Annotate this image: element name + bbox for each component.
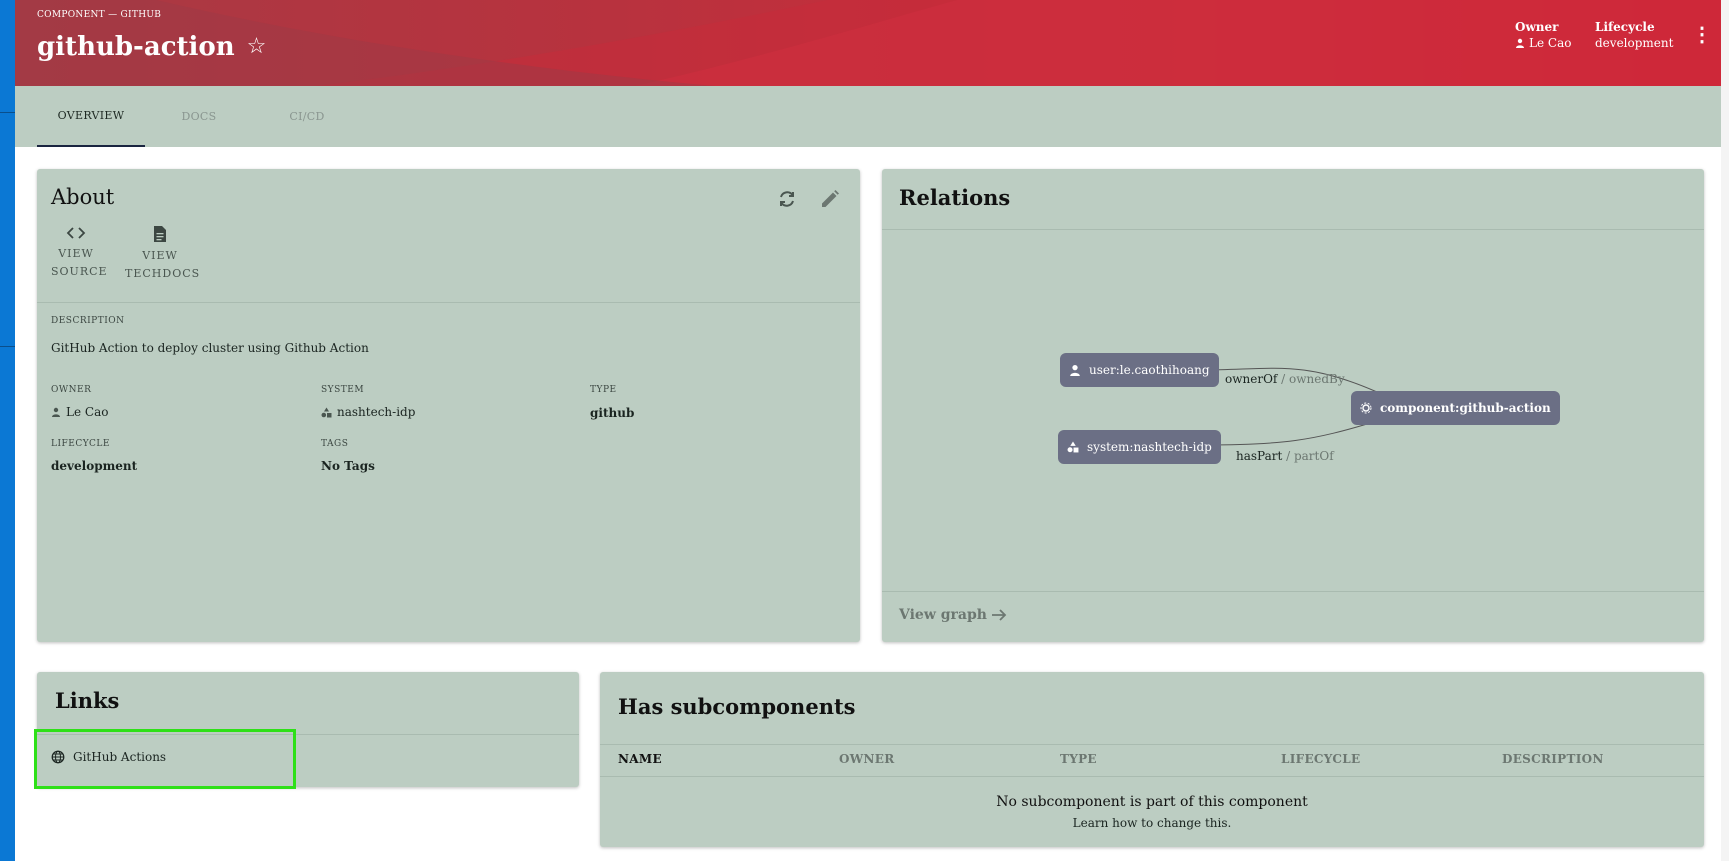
relations-footer-divider — [882, 591, 1704, 592]
owner-field-label: OWNER — [51, 385, 92, 395]
links-title: Links — [55, 688, 120, 713]
refresh-icon[interactable] — [775, 187, 799, 211]
about-card: About VIEW SOURCE VIEW TECHDOCS DESCRIPT… — [37, 169, 860, 642]
person-icon — [1070, 364, 1080, 376]
graph-node-user[interactable]: user:le.caothihoang — [1060, 353, 1219, 387]
about-title: About — [51, 185, 115, 209]
rail-divider — [0, 112, 15, 113]
lifecycle-value: development — [1595, 36, 1674, 50]
tab-docs[interactable]: DOCS — [145, 86, 253, 147]
rail-divider — [0, 346, 15, 347]
tab-overview[interactable]: OVERVIEW — [37, 86, 145, 147]
column-header-description[interactable]: DESCRIPTION — [1502, 752, 1604, 766]
subcomponents-divider — [600, 744, 1704, 745]
type-field-label: TYPE — [590, 385, 617, 395]
lifecycle-label: Lifecycle — [1595, 20, 1655, 34]
subcomponents-header-divider — [600, 776, 1704, 777]
system-field-value[interactable]: nashtech-idp — [321, 405, 415, 419]
tab-cicd[interactable]: CI/CD — [253, 86, 361, 147]
graph-node-component[interactable]: component:github-action — [1351, 391, 1560, 425]
tab-bar: OVERVIEW DOCS CI/CD — [15, 86, 1721, 147]
edge-label-ownership: ownerOf / ownedBy — [1225, 372, 1345, 386]
column-header-lifecycle[interactable]: LIFECYCLE — [1281, 752, 1360, 766]
person-icon — [1516, 38, 1524, 48]
system-icon — [1067, 441, 1079, 453]
owner-label: Owner — [1515, 20, 1559, 34]
column-header-name[interactable]: NAME — [618, 752, 662, 766]
lifecycle-field-value: development — [51, 459, 138, 473]
view-graph-link[interactable]: View graph — [899, 607, 1007, 623]
header-owner: Owner Le Cao — [1515, 19, 1571, 51]
view-techdocs-link[interactable]: VIEW TECHDOCS — [125, 225, 201, 283]
view-source-line2: SOURCE — [51, 265, 108, 278]
description-label: DESCRIPTION — [51, 316, 125, 326]
component-icon — [1360, 402, 1372, 414]
column-header-owner[interactable]: OWNER — [839, 752, 895, 766]
subcomponents-card: Has subcomponents NAME OWNER TYPE LIFECY… — [600, 672, 1704, 847]
page-header: COMPONENT — GITHUB github-action ☆ Owner… — [15, 0, 1721, 86]
left-rail — [0, 0, 15, 861]
page-title: github-action — [37, 32, 235, 62]
tags-field-value: No Tags — [321, 459, 375, 473]
description-value: GitHub Action to deploy cluster using Gi… — [51, 341, 369, 355]
view-techdocs-line2: TECHDOCS — [125, 267, 201, 280]
view-source-line1: VIEW — [58, 247, 94, 260]
scrollbar-track[interactable] — [1721, 0, 1729, 861]
system-link[interactable]: nashtech-idp — [337, 405, 415, 419]
view-source-link[interactable]: VIEW SOURCE — [51, 225, 108, 281]
highlight-box — [34, 729, 296, 789]
type-field-value: github — [590, 406, 635, 420]
edge-label-part: hasPart / partOf — [1236, 449, 1334, 463]
edge-forward-label: ownerOf — [1225, 372, 1278, 386]
system-field-label: SYSTEM — [321, 385, 365, 395]
header-lifecycle: Lifecycle development — [1595, 19, 1673, 51]
owner-link[interactable]: Le Cao — [66, 405, 108, 419]
graph-node-system-label: system:nashtech-idp — [1087, 440, 1212, 454]
arrow-right-icon — [991, 609, 1007, 621]
edit-icon[interactable] — [818, 187, 842, 211]
subcomponents-title: Has subcomponents — [618, 694, 856, 719]
star-icon[interactable]: ☆ — [247, 36, 267, 58]
about-divider — [37, 302, 860, 303]
view-techdocs-line1: VIEW — [142, 249, 178, 262]
person-icon — [52, 407, 60, 417]
owner-field-value[interactable]: Le Cao — [51, 405, 108, 419]
breadcrumb: COMPONENT — GITHUB — [37, 10, 162, 20]
graph-node-component-label: component:github-action — [1380, 401, 1551, 415]
system-icon — [321, 407, 332, 417]
learn-more-link[interactable]: Learn how to change this. — [600, 816, 1704, 830]
document-icon — [154, 226, 166, 242]
edge-forward-label: hasPart — [1236, 449, 1283, 463]
relations-card: Relations user:le.caothihoang system:nas… — [882, 169, 1704, 642]
header-decoration — [15, 0, 1721, 86]
lifecycle-field-label: LIFECYCLE — [51, 439, 110, 449]
owner-value[interactable]: Le Cao — [1529, 35, 1571, 51]
edge-reverse-label: / partOf — [1282, 449, 1334, 463]
more-menu-icon[interactable]: ⋮ — [1692, 24, 1712, 44]
tags-field-label: TAGS — [321, 439, 349, 449]
code-icon — [66, 227, 86, 239]
view-graph-label: View graph — [899, 607, 987, 623]
column-header-type[interactable]: TYPE — [1060, 752, 1097, 766]
empty-state-message: No subcomponent is part of this componen… — [996, 794, 1308, 810]
graph-node-system[interactable]: system:nashtech-idp — [1058, 430, 1221, 464]
edge-reverse-label: / ownedBy — [1277, 372, 1345, 386]
graph-node-user-label: user:le.caothihoang — [1089, 363, 1210, 377]
